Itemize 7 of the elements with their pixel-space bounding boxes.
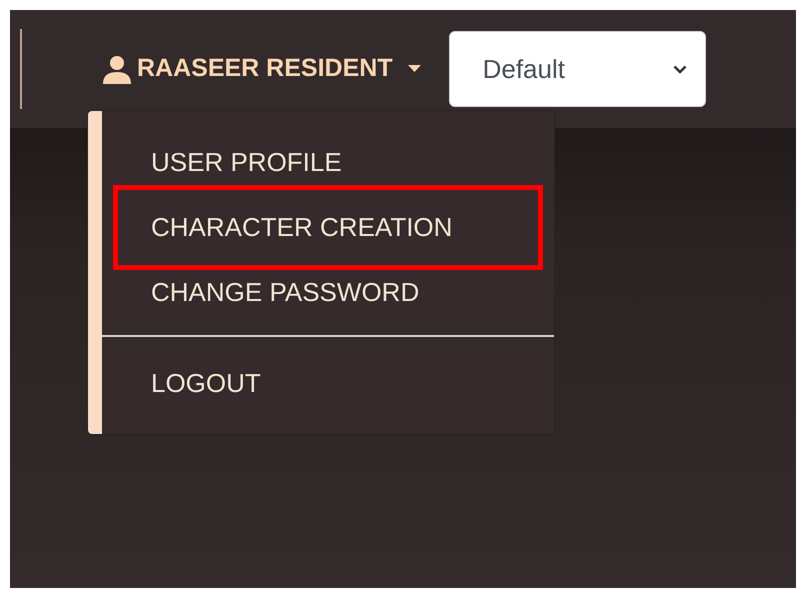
caret-icon — [408, 65, 421, 73]
chevron-down-icon — [672, 64, 687, 74]
menu-item[interactable]: CHARACTER CREATION — [113, 185, 543, 270]
theme-select[interactable]: Default — [448, 31, 706, 107]
menu-item[interactable]: LOGOUT — [102, 351, 554, 416]
user-icon — [102, 54, 132, 84]
user-menu-toggle[interactable]: RAASEER RESIDENT — [102, 50, 421, 88]
